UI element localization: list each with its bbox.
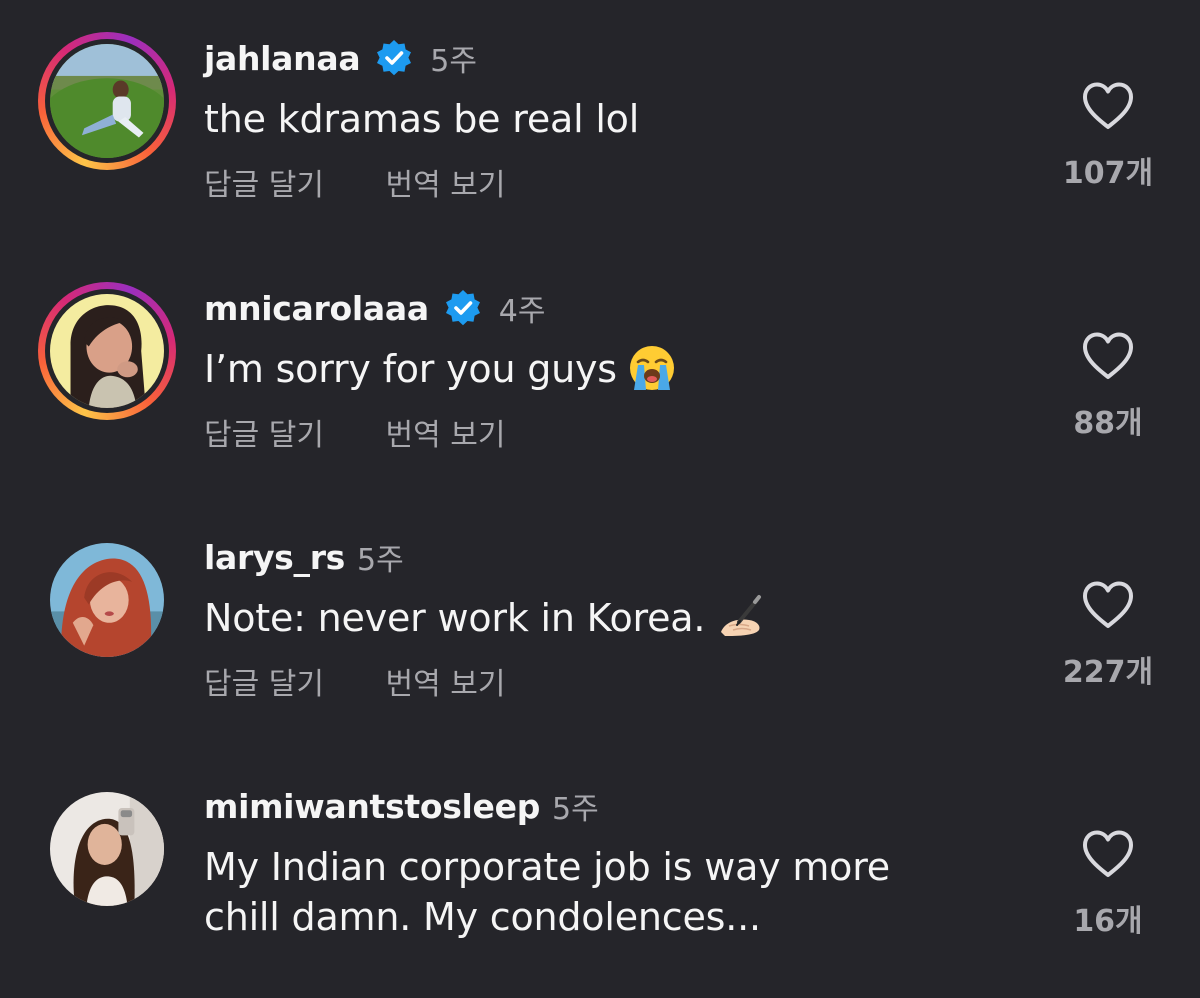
heart-outline-icon[interactable]: [1080, 828, 1136, 880]
see-translation-button[interactable]: 번역 보기: [385, 160, 505, 204]
reply-button[interactable]: 답글 달기: [204, 410, 324, 454]
comment-time: 5주: [357, 543, 404, 578]
story-ring[interactable]: [38, 32, 176, 170]
username[interactable]: larys_rs: [204, 538, 345, 577]
comment-actions: 답글 달기 번역 보기: [204, 659, 505, 703]
heart-outline-icon[interactable]: [1080, 579, 1136, 631]
comment-text: I’m sorry for you guys: [204, 344, 1004, 397]
heart-outline-icon[interactable]: [1080, 80, 1136, 132]
avatar-frame[interactable]: [50, 543, 164, 657]
comment-header: larys_rs 5주: [204, 535, 404, 579]
see-translation-button[interactable]: 번역 보기: [385, 410, 505, 454]
comment-text-body: the kdramas be real lol: [204, 97, 640, 141]
avatar[interactable]: [50, 543, 164, 657]
comment-item: larys_rs 5주 Note: never work in Korea. 답…: [0, 499, 1200, 749]
comment-header: jahlanaa 5주: [204, 36, 477, 80]
writing-hand-icon: [715, 592, 765, 642]
avatar[interactable]: [50, 792, 164, 906]
comment-header: mnicarolaaa 4주: [204, 286, 545, 330]
avatar[interactable]: [50, 294, 164, 408]
comment-actions: 답글 달기 번역 보기: [204, 160, 505, 204]
comment-item: mnicarolaaa 4주 I’m sorry for you guys 답글…: [0, 250, 1200, 500]
like-count: 16개: [1073, 904, 1143, 939]
like-count: 227개: [1062, 655, 1154, 690]
like-control: 16개: [1058, 828, 1158, 940]
heart-outline-icon[interactable]: [1080, 330, 1136, 382]
verified-badge-icon: [443, 288, 483, 328]
story-ring[interactable]: [38, 282, 176, 420]
comment-text: Note: never work in Korea.: [204, 593, 1004, 646]
username[interactable]: jahlanaa: [204, 39, 361, 78]
reply-button[interactable]: 답글 달기: [204, 659, 324, 703]
comment-item: jahlanaa 5주 the kdramas be real lol 답글 달…: [0, 0, 1200, 250]
avatar[interactable]: [50, 44, 164, 158]
comment-time: 5주: [430, 44, 477, 79]
username[interactable]: mnicarolaaa: [204, 289, 429, 328]
comment-actions: 답글 달기 번역 보기: [204, 410, 505, 454]
comment-item: mimiwantstosleep 5주 My Indian corporate …: [0, 748, 1200, 998]
comment-text-body: Note: never work in Korea.: [204, 596, 706, 640]
like-count: 107개: [1062, 156, 1154, 191]
comment-text: My Indian corporate job is way more chil…: [204, 842, 964, 942]
loudly-crying-face-icon: [627, 343, 677, 393]
comment-text-body: My Indian corporate job is way more chil…: [204, 845, 890, 939]
comment-time: 4주: [498, 294, 546, 329]
comment-text: the kdramas be real lol: [204, 94, 1004, 144]
avatar-frame[interactable]: [50, 792, 164, 906]
reply-button[interactable]: 답글 달기: [204, 160, 324, 204]
like-count: 88개: [1073, 406, 1143, 441]
username[interactable]: mimiwantstosleep: [204, 787, 540, 826]
comment-header: mimiwantstosleep 5주: [204, 784, 599, 828]
like-control: 88개: [1058, 330, 1158, 442]
comment-time: 5주: [552, 792, 599, 827]
like-control: 227개: [1058, 579, 1158, 691]
see-translation-button[interactable]: 번역 보기: [385, 659, 505, 703]
verified-badge-icon: [374, 38, 414, 78]
comment-text-body: I’m sorry for you guys: [204, 347, 617, 391]
like-control: 107개: [1058, 80, 1158, 192]
